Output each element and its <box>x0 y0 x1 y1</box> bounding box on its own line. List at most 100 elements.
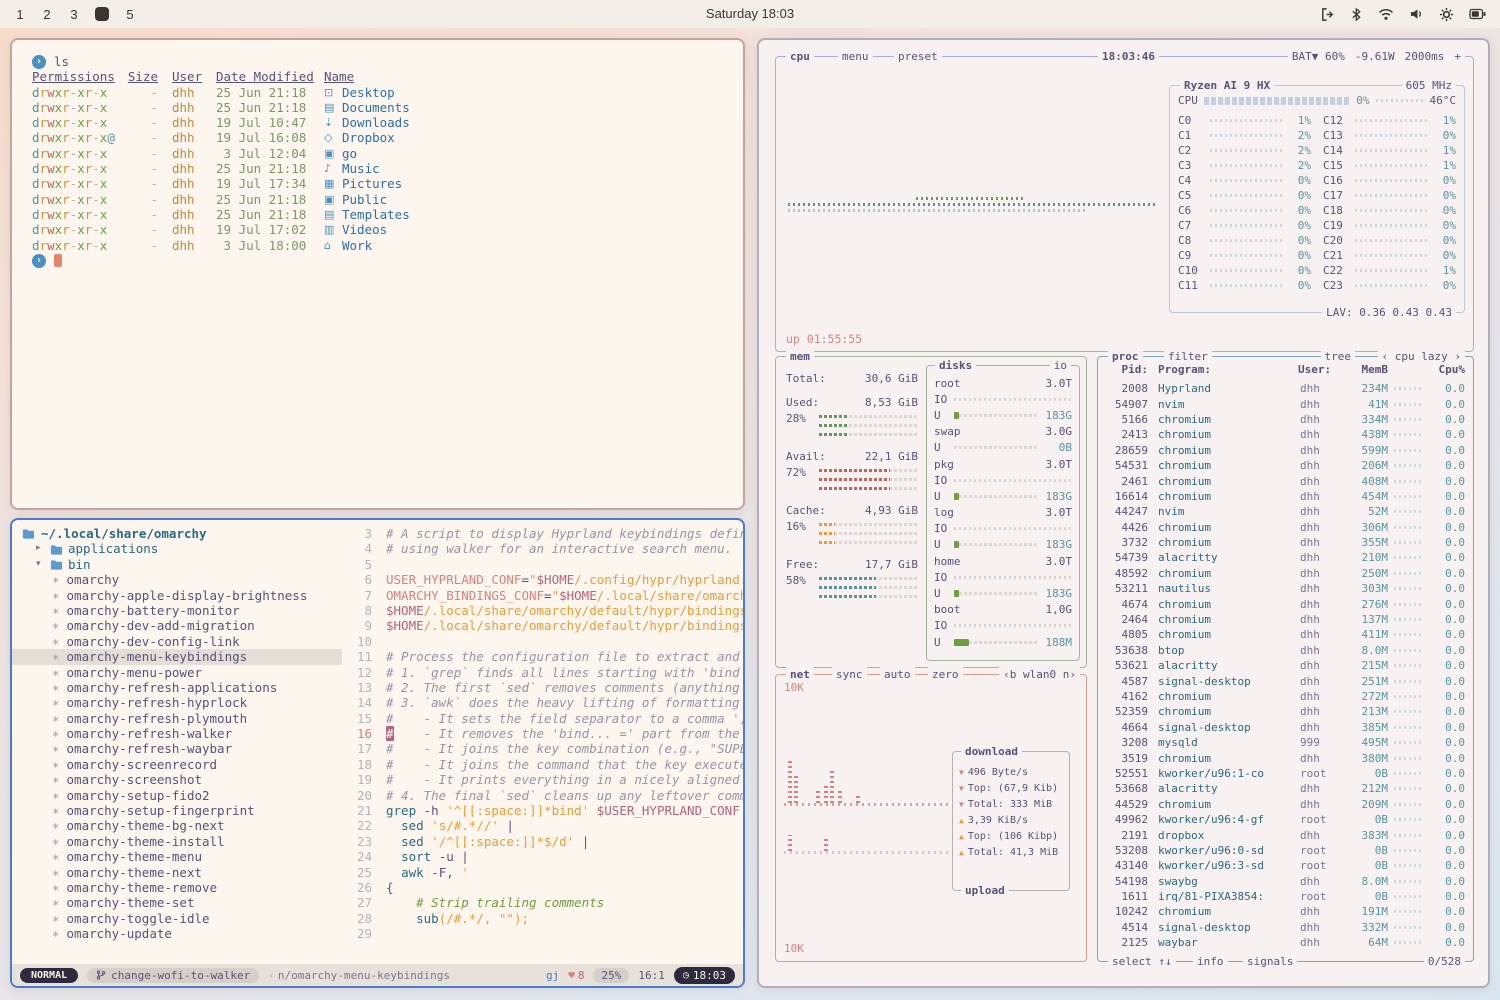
tree-file-item[interactable]: ∗ omarchy-setup-fingerprint <box>22 803 342 818</box>
process-row[interactable]: 52359 chromium dhh 213M 0.0 <box>1106 704 1465 719</box>
proc-header-mem[interactable]: MemB <box>1344 363 1388 376</box>
tab-net[interactable]: net <box>786 667 814 682</box>
tree-file-item[interactable]: ∗ omarchy-refresh-hyprlock <box>22 695 342 710</box>
tab-mem[interactable]: mem <box>786 349 814 364</box>
process-row[interactable]: 2125 waybar dhh 64M 0.0 <box>1106 935 1465 950</box>
process-row[interactable]: 4162 chromium dhh 272M 0.0 <box>1106 689 1465 704</box>
tab-menu[interactable]: menu <box>838 49 873 64</box>
process-row[interactable]: 4805 chromium dhh 411M 0.0 <box>1106 627 1465 642</box>
process-row[interactable]: 54739 alacritty dhh 210M 0.0 <box>1106 550 1465 565</box>
tree-file-item[interactable]: ∗ omarchy-dev-config-link <box>22 634 342 649</box>
sort-selector[interactable]: ‹ cpu lazy › <box>1378 349 1465 364</box>
tree-dir-bin[interactable]: ▾ bin <box>22 557 342 572</box>
workspace-button[interactable]: 1 <box>14 7 26 22</box>
process-row[interactable]: 53668 alacritty dhh 212M 0.0 <box>1106 781 1465 796</box>
process-row[interactable]: 3208 mysqld 999 495M 0.0 <box>1106 735 1465 750</box>
process-row[interactable]: 1611 irq/81-PIXA3854: root 0B 0.0 <box>1106 889 1465 904</box>
tree-file-item[interactable]: ∗ omarchy-setup-fido2 <box>22 788 342 803</box>
process-row[interactable]: 48592 chromium dhh 250M 0.0 <box>1106 566 1465 581</box>
tab-zero[interactable]: zero <box>928 667 963 682</box>
tab-tree[interactable]: tree <box>1321 349 1356 364</box>
process-row[interactable]: 53638 btop dhh 8.0M 0.0 <box>1106 643 1465 658</box>
workspace-button[interactable]: 5 <box>124 7 136 22</box>
tree-file-item[interactable]: ∗ omarchy-menu-power <box>22 665 342 680</box>
tab-disks[interactable]: disks <box>935 358 976 373</box>
process-row[interactable]: 54907 nvim dhh 41M 0.0 <box>1106 396 1465 411</box>
process-row[interactable]: 4426 chromium dhh 306M 0.0 <box>1106 520 1465 535</box>
tree-file-item[interactable]: ∗ omarchy-refresh-plymouth <box>22 711 342 726</box>
process-row[interactable]: 2461 chromium dhh 408M 0.0 <box>1106 473 1465 488</box>
battery-icon[interactable] <box>1469 8 1486 20</box>
process-row[interactable]: 53621 alacritty dhh 215M 0.0 <box>1106 658 1465 673</box>
process-row[interactable]: 44529 chromium dhh 209M 0.0 <box>1106 797 1465 812</box>
process-row[interactable]: 4664 signal-desktop dhh 385M 0.0 <box>1106 720 1465 735</box>
tree-file-item[interactable]: ∗ omarchy-dev-add-migration <box>22 618 342 633</box>
tree-file-item[interactable]: ∗ omarchy-refresh-applications <box>22 680 342 695</box>
process-row[interactable]: 53211 nautilus dhh 303M 0.0 <box>1106 581 1465 596</box>
process-row[interactable]: 10242 chromium dhh 191M 0.0 <box>1106 904 1465 919</box>
volume-icon[interactable] <box>1409 7 1424 21</box>
tree-file-item[interactable]: ∗ omarchy-theme-menu <box>22 849 342 864</box>
tree-file-item[interactable]: ∗ omarchy-toggle-idle <box>22 911 342 926</box>
process-row[interactable]: 2191 dropbox dhh 383M 0.0 <box>1106 827 1465 842</box>
process-row[interactable]: 5166 chromium dhh 334M 0.0 <box>1106 412 1465 427</box>
workspace-button[interactable]: 4 <box>95 7 109 21</box>
tree-file-item[interactable]: ∗ omarchy-battery-monitor <box>22 603 342 618</box>
process-row[interactable]: 2008 Hyprland dhh 234M 0.0 <box>1106 381 1465 396</box>
process-row[interactable]: 4674 chromium dhh 276M 0.0 <box>1106 596 1465 611</box>
tree-file-item[interactable]: ∗ omarchy <box>22 572 342 587</box>
workspace-button[interactable]: 3 <box>68 7 80 22</box>
tab-sync[interactable]: sync <box>832 667 867 682</box>
tree-file-item[interactable]: ∗ omarchy-screenrecord <box>22 757 342 772</box>
process-row[interactable]: 4514 signal-desktop dhh 332M 0.0 <box>1106 920 1465 935</box>
hint-signals[interactable]: signals <box>1243 954 1297 969</box>
core-meter <box>1355 284 1427 287</box>
process-row[interactable]: 44247 nvim dhh 52M 0.0 <box>1106 504 1465 519</box>
tree-file-item[interactable]: ∗ omarchy-theme-bg-next <box>22 818 342 833</box>
wifi-icon[interactable] <box>1378 7 1394 21</box>
hint-select[interactable]: select ↑↓ <box>1108 954 1176 969</box>
tab-auto[interactable]: auto <box>880 667 915 682</box>
proc-header-cpu[interactable]: Cpu% <box>1429 363 1465 376</box>
tree-file-item[interactable]: ∗ omarchy-theme-next <box>22 865 342 880</box>
process-row[interactable]: 54198 swaybg dhh 8.0M 0.0 <box>1106 874 1465 889</box>
tab-proc[interactable]: proc <box>1108 349 1143 364</box>
process-row[interactable]: 53208 kworker/u96:0-sd root 0B 0.0 <box>1106 843 1465 858</box>
interval-plus-button[interactable]: + <box>1454 49 1461 64</box>
net-device[interactable]: ‹b wlan0 n› <box>999 667 1080 682</box>
tree-file-item[interactable]: ∗ omarchy-screenshot <box>22 772 342 787</box>
logout-icon[interactable] <box>1320 7 1335 22</box>
process-row[interactable]: 4587 signal-desktop dhh 251M 0.0 <box>1106 673 1465 688</box>
tree-file-item[interactable]: ∗ omarchy-refresh-waybar <box>22 741 342 756</box>
process-row[interactable]: 43140 kworker/u96:3-sd root 0B 0.0 <box>1106 858 1465 873</box>
tab-cpu[interactable]: cpu <box>786 49 814 64</box>
process-row[interactable]: 52551 kworker/u96:1-co root 0B 0.0 <box>1106 766 1465 781</box>
process-row[interactable]: 49962 kworker/u96:4-gf root 0B 0.0 <box>1106 812 1465 827</box>
tree-file-item[interactable]: ∗ omarchy-apple-display-brightness <box>22 588 342 603</box>
proc-header-program[interactable]: Program: <box>1148 363 1298 376</box>
tab-io[interactable]: io <box>1050 358 1071 373</box>
tab-preset[interactable]: preset <box>894 49 942 64</box>
tab-filter[interactable]: filter <box>1164 349 1212 364</box>
tree-file-item[interactable]: ∗ omarchy-theme-remove <box>22 880 342 895</box>
tree-root[interactable]: ~/.local/share/omarchy <box>22 526 342 541</box>
bluetooth-icon[interactable] <box>1350 7 1363 22</box>
tree-file-item[interactable]: ∗ omarchy-menu-keybindings <box>12 649 342 664</box>
process-row[interactable]: 16614 chromium dhh 454M 0.0 <box>1106 489 1465 504</box>
hint-info[interactable]: info <box>1193 954 1228 969</box>
process-row[interactable]: 54531 chromium dhh 206M 0.0 <box>1106 458 1465 473</box>
process-row[interactable]: 2464 chromium dhh 137M 0.0 <box>1106 612 1465 627</box>
tree-file-item[interactable]: ∗ omarchy-refresh-walker <box>22 726 342 741</box>
tree-file-item[interactable]: ∗ omarchy-theme-set <box>22 895 342 910</box>
tree-file-item[interactable]: ∗ omarchy-theme-install <box>22 834 342 849</box>
tree-dir-applications[interactable]: ▸ applications <box>22 541 342 556</box>
tree-file-item[interactable]: ∗ omarchy-update <box>22 926 342 941</box>
settings-icon[interactable] <box>1439 7 1454 22</box>
proc-header-pid[interactable]: Pid: <box>1106 363 1148 376</box>
process-row[interactable]: 3732 chromium dhh 355M 0.0 <box>1106 535 1465 550</box>
process-row[interactable]: 28659 chromium dhh 599M 0.0 <box>1106 443 1465 458</box>
workspace-button[interactable]: 2 <box>41 7 53 22</box>
process-row[interactable]: 2413 chromium dhh 438M 0.0 <box>1106 427 1465 442</box>
proc-header-user[interactable]: User: <box>1298 363 1344 376</box>
process-row[interactable]: 3519 chromium dhh 380M 0.0 <box>1106 750 1465 765</box>
